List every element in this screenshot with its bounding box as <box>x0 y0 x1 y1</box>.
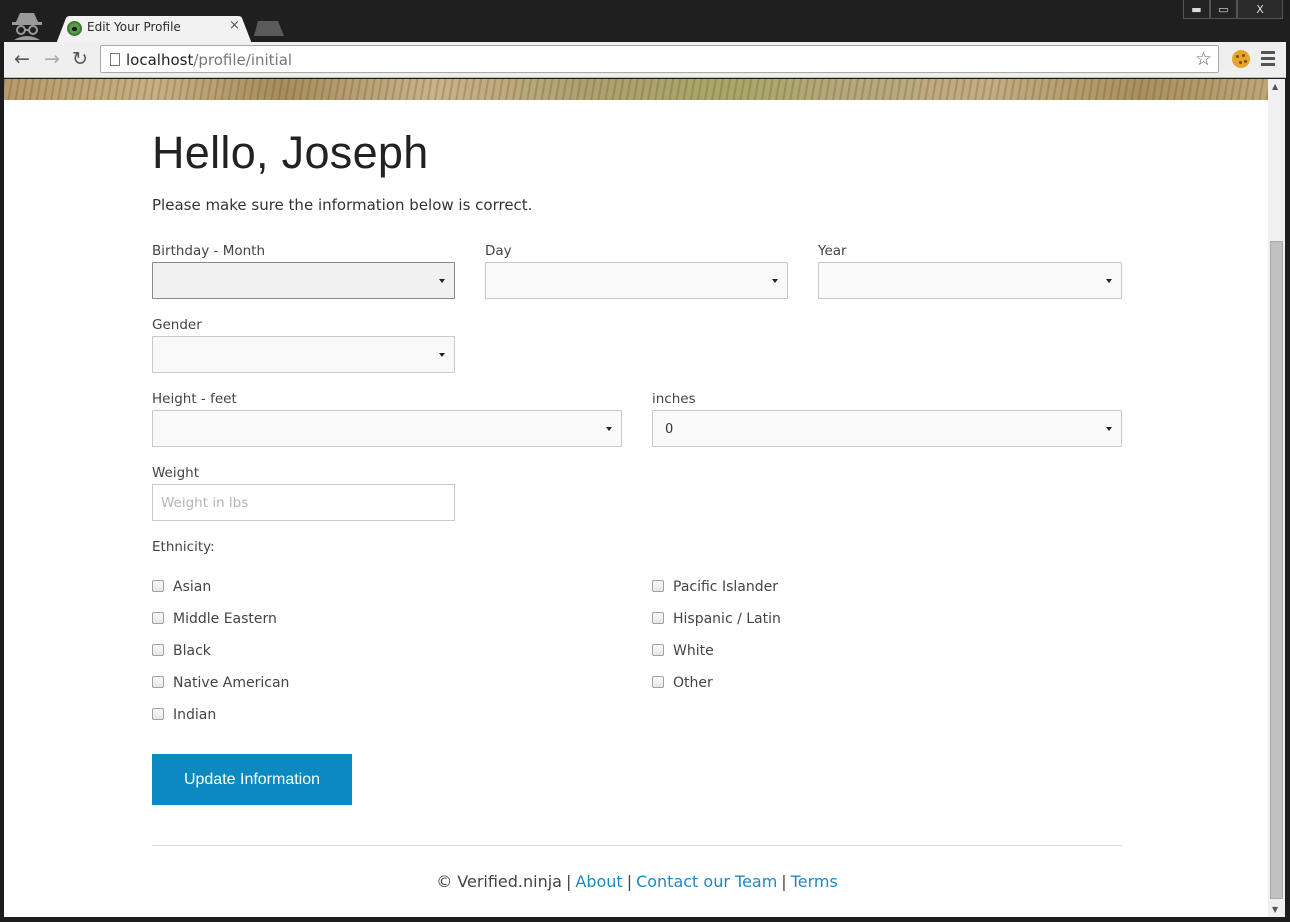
window-frame <box>0 917 1290 922</box>
checkbox[interactable] <box>152 676 164 688</box>
footer-separator: | <box>565 872 572 891</box>
copyright-text: © Verified.ninja <box>436 872 562 891</box>
ethnicity-option-other[interactable]: Other <box>652 675 713 691</box>
contact-link[interactable]: Contact our Team <box>636 872 777 891</box>
scrollbar-thumb[interactable] <box>1270 241 1283 899</box>
url-host: localhost <box>126 51 194 69</box>
scroll-down-arrow-icon[interactable]: ▼ <box>1272 905 1278 914</box>
weight-input[interactable] <box>153 485 454 520</box>
vertical-scrollbar[interactable]: ▲ ▼ <box>1268 79 1285 917</box>
window-controls: ▬ ▭ X <box>1183 0 1283 20</box>
footer: © Verified.ninja | About | Contact our Team |… <box>152 872 1122 891</box>
ethnicity-option-white[interactable]: White <box>652 643 714 659</box>
update-information-button[interactable]: Update Information <box>152 754 352 805</box>
height-inches-label: inches <box>652 391 696 407</box>
height-feet-label: Height - feet <box>152 391 237 407</box>
checkbox[interactable] <box>152 708 164 720</box>
minimize-button[interactable]: ▬ <box>1183 0 1210 19</box>
forward-arrow-icon[interactable]: → <box>40 47 64 71</box>
ethnicity-option-middle-eastern[interactable]: Middle Eastern <box>152 611 277 627</box>
menu-icon[interactable] <box>1261 51 1275 69</box>
page-viewport: Hello, Joseph Please make sure the infor… <box>4 79 1268 917</box>
footer-separator: | <box>781 872 787 891</box>
incognito-icon <box>12 13 42 40</box>
header-banner-image <box>4 79 1268 100</box>
scroll-up-arrow-icon[interactable]: ▲ <box>1272 82 1278 91</box>
browser-toolbar: ← → ↻ localhost/profile/initial ☆ <box>4 42 1286 78</box>
weight-label: Weight <box>152 465 200 481</box>
bookmark-star-icon[interactable]: ☆ <box>1195 48 1212 70</box>
new-tab-button[interactable] <box>254 21 284 36</box>
intro-text: Please make sure the information below i… <box>152 196 533 214</box>
ethnicity-option-black[interactable]: Black <box>152 643 211 659</box>
caret-down-icon <box>439 353 445 357</box>
page-icon <box>110 53 120 66</box>
birthday-month-select[interactable] <box>152 262 455 299</box>
gender-label: Gender <box>152 317 202 333</box>
checkbox[interactable] <box>652 612 664 624</box>
weight-field-wrapper <box>152 484 455 521</box>
checkbox[interactable] <box>152 612 164 624</box>
birthday-month-label: Birthday - Month <box>152 243 266 259</box>
ethnicity-option-pacific-islander[interactable]: Pacific Islander <box>652 579 778 595</box>
ethnicity-option-indian[interactable]: Indian <box>152 707 216 723</box>
title-bar: Edit Your Profile × ▬ ▭ X <box>0 0 1290 44</box>
caret-down-icon <box>1106 427 1112 431</box>
checkbox[interactable] <box>652 676 664 688</box>
caret-down-icon <box>772 279 778 283</box>
about-link[interactable]: About <box>575 872 622 891</box>
height-feet-select[interactable] <box>152 410 622 447</box>
year-select[interactable] <box>818 262 1122 299</box>
reload-icon[interactable]: ↻ <box>68 47 92 71</box>
gender-select[interactable] <box>152 336 455 373</box>
checkbox[interactable] <box>652 644 664 656</box>
footer-divider <box>152 845 1122 846</box>
url-text[interactable]: localhost/profile/initial <box>126 51 292 69</box>
checkbox[interactable] <box>152 644 164 656</box>
back-arrow-icon[interactable]: ← <box>10 47 34 71</box>
ethnicity-option-asian[interactable]: Asian <box>152 579 211 595</box>
tab-close-icon[interactable]: × <box>229 18 240 33</box>
height-inches-select[interactable]: 0 <box>652 410 1122 447</box>
site-favicon-icon <box>67 21 82 36</box>
maximize-button[interactable]: ▭ <box>1210 0 1237 19</box>
terms-link[interactable]: Terms <box>791 872 838 891</box>
tab-title: Edit Your Profile <box>87 20 181 34</box>
cookie-extension-icon[interactable] <box>1232 50 1250 68</box>
day-select[interactable] <box>485 262 788 299</box>
close-window-button[interactable]: X <box>1237 0 1283 19</box>
caret-down-icon <box>606 427 612 431</box>
ethnicity-label: Ethnicity: <box>152 539 215 555</box>
checkbox[interactable] <box>152 580 164 592</box>
window-frame <box>1285 79 1290 922</box>
caret-down-icon <box>1106 279 1112 283</box>
ethnicity-option-hispanic-latin[interactable]: Hispanic / Latin <box>652 611 781 627</box>
url-path: /profile/initial <box>193 51 293 69</box>
year-label: Year <box>818 243 847 259</box>
caret-down-icon <box>439 279 445 283</box>
ethnicity-option-native-american[interactable]: Native American <box>152 675 289 691</box>
checkbox[interactable] <box>652 580 664 592</box>
page-title: Hello, Joseph <box>152 127 429 178</box>
address-bar[interactable]: localhost/profile/initial ☆ <box>100 45 1219 73</box>
day-label: Day <box>485 243 512 259</box>
footer-separator: | <box>626 872 633 891</box>
